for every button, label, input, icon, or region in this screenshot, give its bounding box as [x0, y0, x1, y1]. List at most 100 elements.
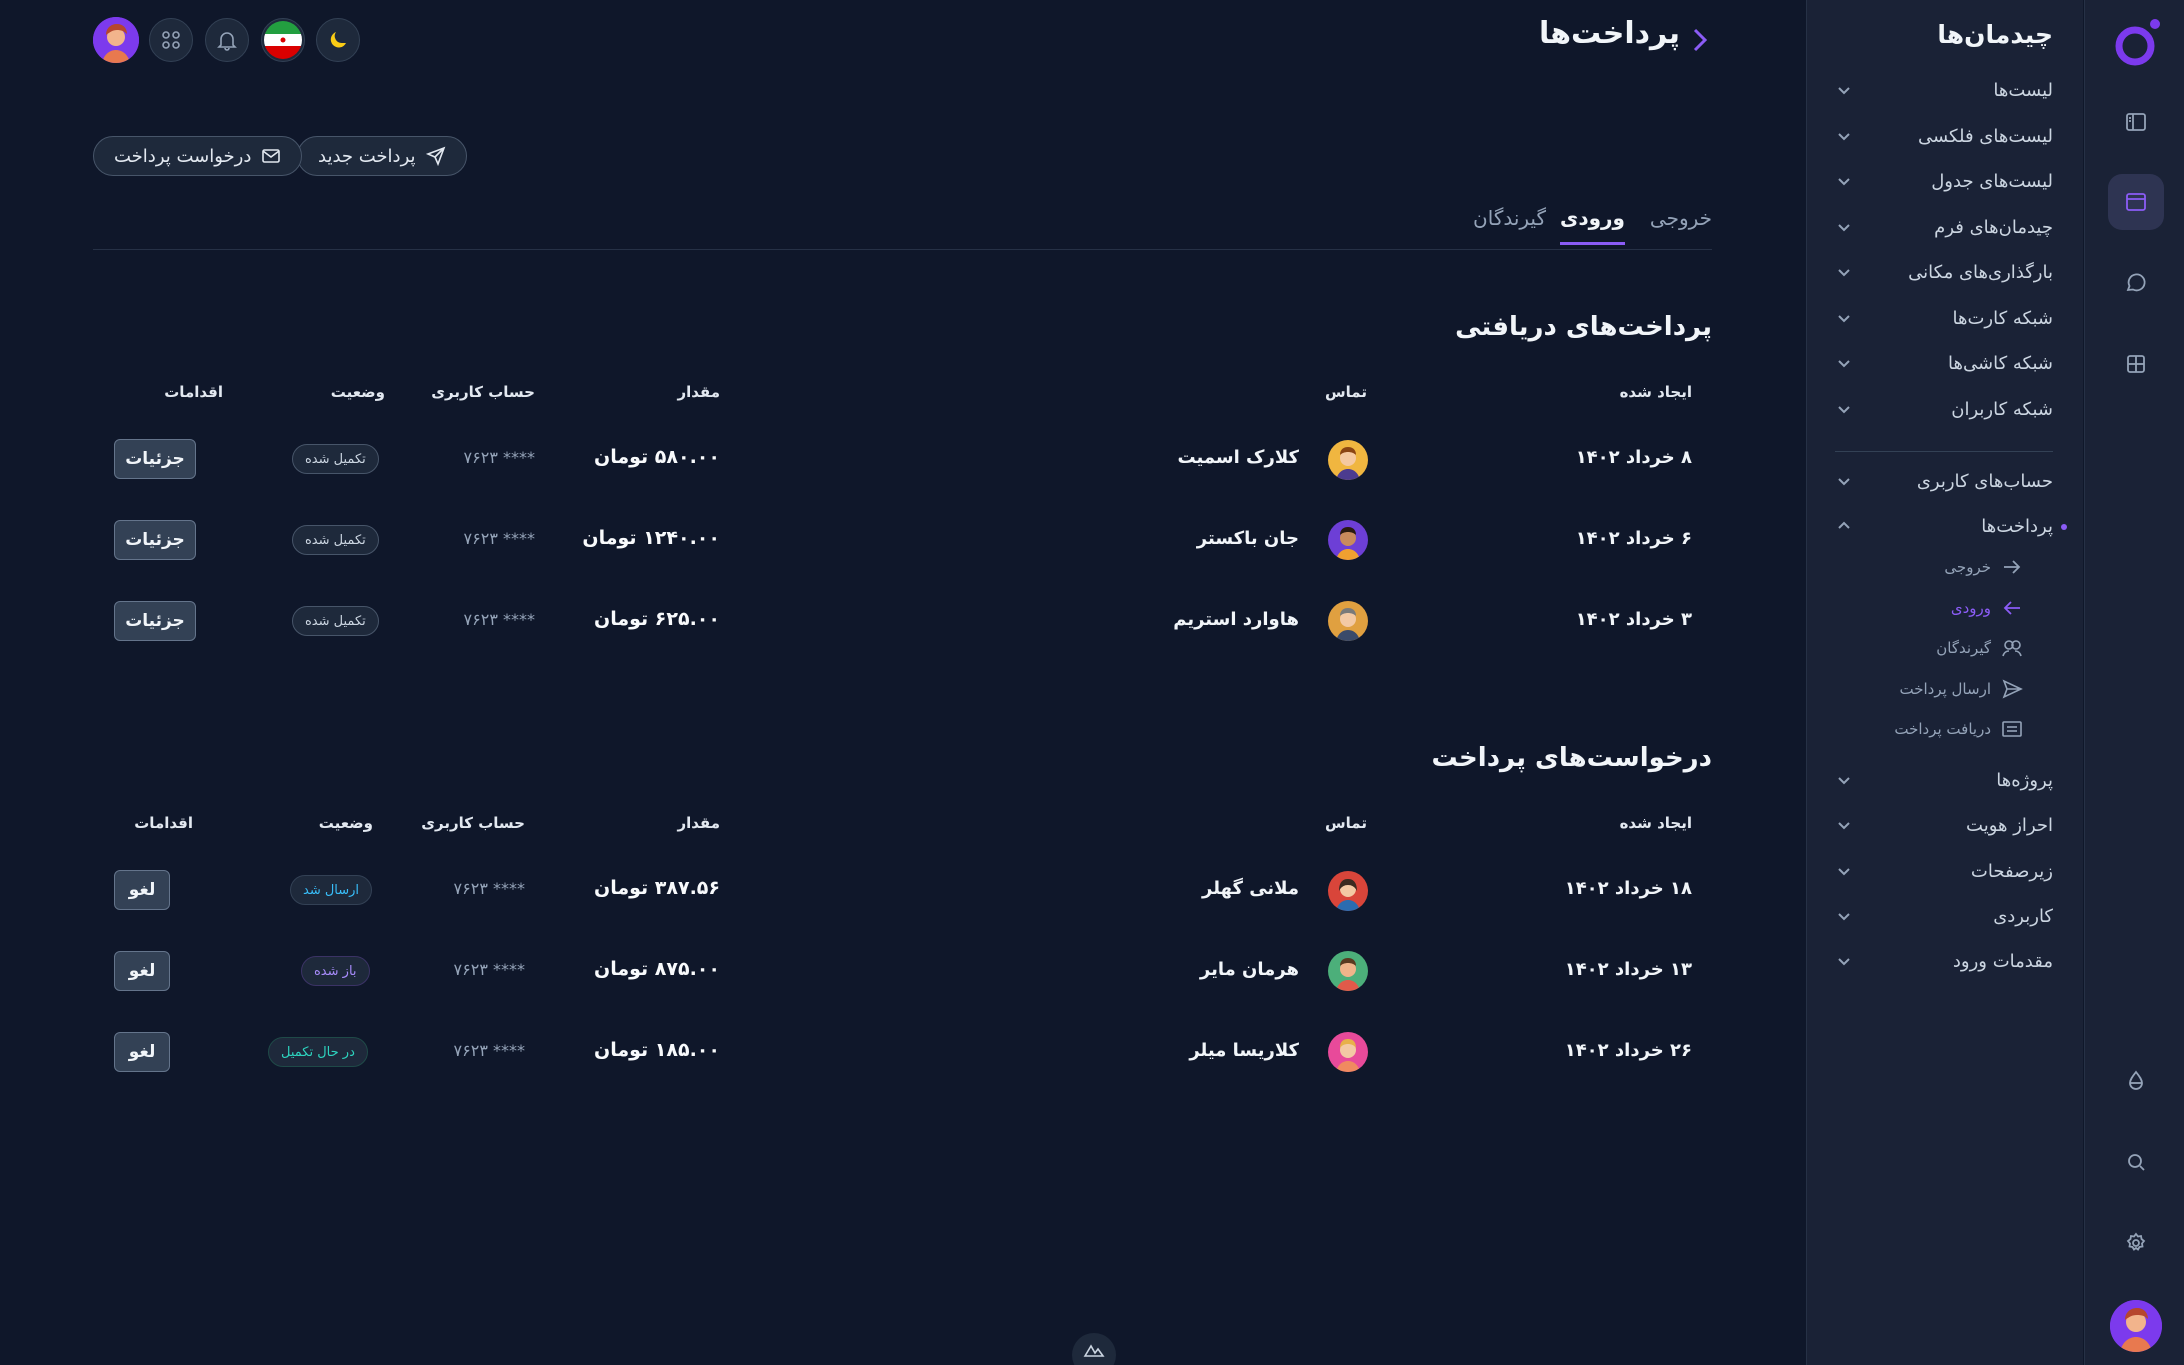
profile-avatar[interactable] [93, 17, 139, 63]
sidebar-sub-label: خروجی [1944, 558, 1991, 576]
sidebar-item-label: شبکه کاشی‌ها [1948, 352, 2053, 374]
row-account: **** ۷۶۲۳ [463, 610, 535, 629]
users-icon [2002, 640, 2022, 657]
col-header-amount: مقدار [677, 383, 720, 401]
chat-icon[interactable] [2108, 255, 2164, 311]
contact-avatar [1328, 871, 1368, 911]
sidebar-item-payments[interactable]: پرداخت‌ها [1835, 510, 2053, 542]
sidebar-item-subpages[interactable]: زیرصفحات [1835, 855, 2053, 887]
col-header-actions: اقدامات [134, 814, 193, 832]
sidebar-item-label: کاربردی [1993, 905, 2053, 927]
nuxt-devtools-button[interactable] [1072, 1333, 1116, 1365]
sidebar-title: چیدمان‌ها [1937, 20, 2053, 49]
col-header-account: حساب کاربری [431, 383, 535, 401]
sidebar-item-tile-grid[interactable]: شبکه کاشی‌ها [1835, 347, 2053, 379]
send-icon [425, 146, 445, 166]
sidebar-sub-label: گیرندگان [1936, 639, 1991, 657]
contact-name: جان باکستر [1196, 528, 1299, 549]
cancel-button[interactable]: لغو [114, 951, 170, 991]
status-badge: تکمیل شده [292, 444, 379, 474]
sidebar-item-label: بارگذاری‌های مکانی [1908, 261, 2053, 283]
sidebar-item-flex-lists[interactable]: لیست‌های فلکسی [1835, 120, 2053, 152]
cancel-button[interactable]: لغو [114, 1032, 170, 1072]
sidebar-item-auth[interactable]: احراز هویت [1835, 809, 2053, 841]
chevron-down-icon [1838, 224, 1850, 232]
contact-name: ملانی گهلر [1202, 878, 1299, 899]
sidebar-sub-label: ورودی [1950, 599, 1991, 617]
sidebar-item-label: مقدمات ورود [1952, 950, 2053, 972]
sidebar-item-label: پروژه‌ها [1996, 769, 2053, 791]
sidebar-sub-receive-payment[interactable]: دریافت پرداخت [1894, 715, 2023, 743]
row-date: ۶ خرداد ۱۴۰۲ [1575, 528, 1692, 549]
contact-name: کلارک اسمیت [1177, 447, 1299, 468]
chevron-up-icon [1838, 521, 1850, 529]
status-badge: باز شده [301, 956, 370, 986]
arrow-left-icon [2003, 601, 2020, 615]
language-flag-button[interactable] [261, 18, 305, 62]
row-account: **** ۷۶۲۳ [463, 448, 535, 467]
grid-icon[interactable] [2108, 336, 2164, 392]
theme-drop-icon[interactable] [2108, 1053, 2164, 1109]
sidebar-item-label: احراز هویت [1966, 814, 2053, 836]
request-payment-button[interactable]: درخواست پرداخت [93, 136, 303, 176]
contact-name: کلاریسا میلر [1189, 1040, 1299, 1061]
row-amount: ۸۷۵.۰۰ تومان [594, 958, 720, 980]
chevron-down-icon [1838, 913, 1850, 921]
status-badge: ارسال شد [290, 875, 373, 905]
details-button[interactable]: جزئیات [114, 439, 196, 479]
col-header-created: ایجاد شده [1619, 383, 1692, 401]
sidebar-item-projects[interactable]: پروژه‌ها [1835, 764, 2053, 796]
chevron-back-icon[interactable] [1686, 22, 1714, 58]
active-dot [2061, 524, 2067, 530]
status-badge: تکمیل شده [292, 525, 379, 555]
nuxt-logo-icon [1083, 1344, 1105, 1357]
chevron-down-icon [1838, 133, 1850, 141]
sidebar-item-lists[interactable]: لیست‌ها [1835, 74, 2053, 106]
row-amount: ۳۸۷.۵۶ تومان [594, 877, 720, 899]
sidebar-item-label: لیست‌های جدول [1931, 170, 2053, 192]
tab-outgoing[interactable]: خروجی [1650, 206, 1712, 242]
sidebar-sub-outgoing[interactable]: خروجی [1944, 553, 2023, 581]
sidebar-item-label: شبکه کارت‌ها [1952, 307, 2054, 329]
apps-grid-button[interactable] [149, 18, 193, 62]
sidebar-item-user-grid[interactable]: شبکه کاربران [1835, 393, 2053, 425]
sidebar-item-placeholders[interactable]: بارگذاری‌های مکانی [1835, 256, 2053, 288]
contact-avatar [1328, 1032, 1368, 1072]
row-date: ۸ خرداد ۱۴۰۲ [1575, 447, 1692, 468]
logo-icon[interactable] [2111, 16, 2165, 70]
icon-rail [2084, 0, 2184, 1365]
sidebar-item-label: پرداخت‌ها [1981, 515, 2053, 537]
row-date: ۱۸ خرداد ۱۴۰۲ [1564, 878, 1692, 899]
sidebar-toggle-icon[interactable] [2108, 94, 2164, 150]
sidebar-sub-label: دریافت پرداخت [1894, 720, 1991, 738]
sidebar-item-table-lists[interactable]: لیست‌های جدول [1835, 165, 2053, 197]
row-date: ۱۳ خرداد ۱۴۰۲ [1564, 959, 1692, 980]
dark-mode-toggle[interactable] [316, 18, 360, 62]
layouts-icon[interactable] [2108, 174, 2164, 230]
notifications-button[interactable] [205, 18, 249, 62]
sidebar-item-form-layouts[interactable]: چیدمان‌های فرم [1835, 211, 2053, 243]
cancel-button[interactable]: لغو [114, 870, 170, 910]
details-button[interactable]: جزئیات [114, 601, 196, 641]
new-payment-button[interactable]: پرداخت جدید [297, 136, 467, 176]
col-header-created: ایجاد شده [1619, 814, 1692, 832]
sidebar-sub-incoming[interactable]: ورودی [1951, 594, 2023, 622]
settings-gear-icon[interactable] [2108, 1215, 2164, 1271]
tab-incoming[interactable]: ورودی [1560, 206, 1625, 245]
user-avatar[interactable] [2110, 1300, 2162, 1352]
sidebar-item-accounts[interactable]: حساب‌های کاربری [1835, 465, 2053, 497]
sidebar-item-onboarding[interactable]: مقدمات ورود [1835, 945, 2053, 977]
send-icon [2002, 679, 2023, 699]
row-account: **** ۷۶۲۳ [453, 960, 525, 979]
sidebar-sub-send-payment[interactable]: ارسال پرداخت [1899, 675, 2023, 703]
details-button[interactable]: جزئیات [114, 520, 196, 560]
search-icon[interactable] [2108, 1134, 2164, 1190]
sidebar: چیدمان‌ها لیست‌ها لیست‌های فلکسی لیست‌ها… [1806, 0, 2083, 1365]
row-amount: ۶۲۵.۰۰ تومان [594, 608, 720, 630]
tab-recipients[interactable]: گیرندگان [1473, 206, 1546, 242]
sidebar-item-card-grid[interactable]: شبکه کارت‌ها [1835, 302, 2053, 334]
sidebar-sub-recipients[interactable]: گیرندگان [1936, 634, 2023, 662]
row-account: **** ۷۶۲۳ [453, 879, 525, 898]
sidebar-item-label: چیدمان‌های فرم [1934, 216, 2053, 238]
sidebar-item-utility[interactable]: کاربردی [1835, 900, 2053, 932]
